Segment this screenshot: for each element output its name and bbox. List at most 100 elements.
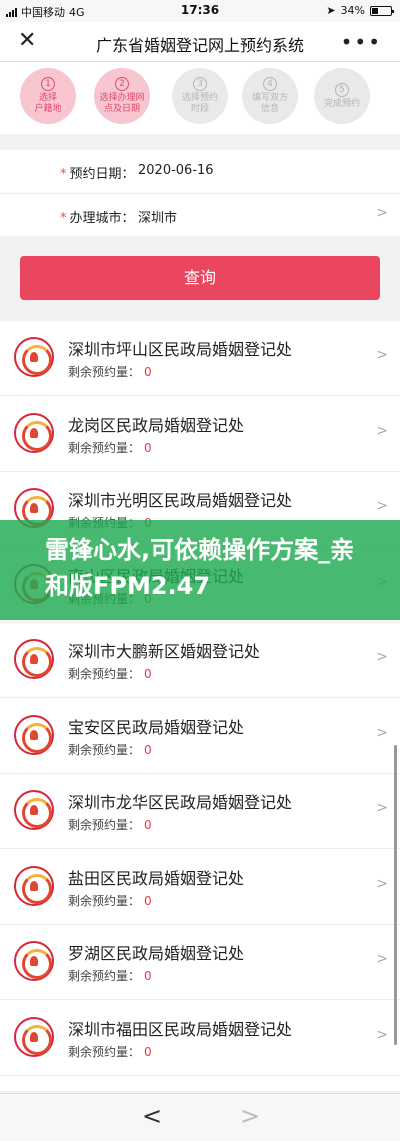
list-item[interactable]: 深圳市龙华区民政局婚姻登记处 剩余预约量： 0 >: [0, 774, 400, 849]
list-item[interactable]: 罗湖区民政局婚姻登记处 剩余预约量： 0 >: [0, 925, 400, 1000]
remaining-count: 0: [144, 742, 152, 757]
chevron-right-icon: >: [376, 498, 388, 514]
office-name: 龙岗区民政局婚姻登记处: [68, 415, 245, 435]
step-label-line2: 户籍地: [34, 104, 62, 114]
chevron-right-icon: >: [376, 1026, 388, 1043]
remaining-count: 0: [144, 969, 152, 983]
remaining-count: 0: [144, 440, 152, 455]
query-button[interactable]: 查询: [20, 256, 380, 300]
step-label-line1: 完成预约: [323, 98, 360, 109]
chevron-left-icon[interactable]: <: [142, 1102, 162, 1130]
remaining-label: 剩余预约量：: [68, 969, 141, 983]
remaining-quota: 剩余预约量：0: [68, 363, 152, 380]
remaining-quota: 剩余预约量：0: [68, 816, 152, 833]
marriage-registry-logo-icon: [14, 639, 54, 679]
marriage-registry-logo-icon: [14, 941, 54, 981]
chevron-right-icon: >: [376, 205, 388, 221]
marriage-registry-logo-icon: [14, 865, 54, 906]
list-item[interactable]: 宝安区民政局婚姻登记处 剩余预约量： 0 >: [0, 699, 400, 774]
remaining-label: 剩余预约量：: [68, 440, 141, 455]
marriage-registry-logo-icon: [14, 790, 54, 830]
remaining-count: 0: [144, 365, 152, 379]
step-number: 1: [41, 77, 55, 91]
remaining-label: 剩余预约量：: [68, 818, 141, 832]
battery-icon: [370, 5, 394, 16]
chevron-right-icon[interactable]: >: [240, 1102, 260, 1130]
city-label: * 办理城市：: [60, 211, 135, 226]
office-name: 深圳市大鹏新区婚姻登记处: [68, 642, 261, 661]
nav-bar: ✕ 广东省婚姻登记网上预约系统 •••: [0, 22, 400, 62]
office-name: 深圳市光明区民政局婚姻登记处: [68, 491, 293, 510]
step-label-line2: 信息: [260, 104, 279, 114]
chevron-right-icon: >: [376, 800, 388, 816]
remaining-label: 剩余预约量：: [68, 742, 141, 757]
step-number: 2: [115, 77, 129, 91]
step-3: 3 选择预约 时段: [172, 68, 228, 124]
chevron-right-icon: >: [376, 649, 388, 665]
status-bar: 中国移动 4G 17:36 ➤ 34%: [0, 0, 400, 22]
banner-text: 雷锋心水,可依赖操作方案_亲和版FPM2.47: [45, 536, 355, 600]
remaining-quota: 剩余预约量：0: [68, 439, 152, 456]
battery-percent: 34%: [340, 4, 365, 17]
search-form: * 预约日期： 2020-06-16 * 办理城市： 深圳市 >: [0, 150, 400, 236]
remaining-label: 剩余预约量：: [68, 667, 141, 681]
remaining-count: 0: [144, 893, 152, 908]
office-name: 深圳市龙华区民政局婚姻登记处: [68, 793, 293, 812]
bottom-nav: < >: [0, 1093, 400, 1141]
office-list: 深圳市坪山区民政局婚姻登记处 剩余预约量： 0 > 龙岗区民政局婚姻登记处 剩余预约量： 0…: [0, 321, 400, 1091]
marriage-registry-logo-icon: [14, 1016, 54, 1057]
remaining-quota: 剩余预约量：0: [68, 967, 152, 984]
overlay-banner: 雷锋心水,可依赖操作方案_亲和版FPM2.47: [0, 520, 400, 620]
step-label-line1: 选择预约: [181, 93, 218, 103]
step-number: 5: [335, 82, 349, 97]
chevron-right-icon: >: [376, 422, 388, 439]
step-label-line1: 选择办理网: [99, 93, 145, 103]
remaining-count: 0: [144, 667, 152, 681]
remaining-label: 剩余预约量：: [68, 365, 141, 379]
office-name: 深圳市福田区民政局婚姻登记处: [68, 1019, 293, 1039]
step-5: 5 完成预约: [314, 68, 370, 124]
list-item[interactable]: 龙岗区民政局婚姻登记处 剩余预约量： 0 >: [0, 397, 400, 472]
remaining-label: 剩余预约量：: [68, 1044, 141, 1059]
step-progress: 1 选择 户籍地 2 选择办理网 点及日期 3 选择预约 时段 4 填写双方 信息 5 完成预约: [0, 62, 400, 134]
office-name: 深圳市坪山区民政局婚姻登记处: [68, 340, 293, 359]
chevron-right-icon: >: [376, 875, 388, 892]
scrollbar[interactable]: [394, 745, 397, 1045]
step-2: 2 选择办理网 点及日期: [94, 68, 150, 124]
step-label-line1: 选择: [38, 93, 57, 103]
list-item[interactable]: 盐田区民政局婚姻登记处 剩余预约量： 0 >: [0, 850, 400, 925]
step-1: 1 选择 户籍地: [20, 68, 76, 124]
step-number: 4: [263, 77, 277, 91]
location-icon: ➤: [326, 4, 336, 17]
list-item[interactable]: 深圳市大鹏新区婚姻登记处 剩余预约量： 0 >: [0, 623, 400, 698]
office-name: 宝安区民政局婚姻登记处: [68, 717, 245, 737]
office-name: 盐田区民政局婚姻登记处: [68, 868, 245, 888]
chevron-right-icon: >: [376, 951, 388, 967]
marriage-registry-logo-icon: [14, 412, 54, 453]
list-item[interactable]: 深圳市福田区民政局婚姻登记处 剩余预约量： 0 >: [0, 1001, 400, 1076]
chevron-right-icon: >: [376, 347, 388, 363]
step-label-line1: 填写双方: [251, 93, 288, 103]
step-label-line2: 时段: [190, 104, 209, 114]
chevron-right-icon: >: [376, 724, 388, 741]
remaining-quota: 剩余预约量：0: [68, 665, 152, 682]
remaining-count: 0: [144, 818, 152, 832]
office-name: 罗湖区民政局婚姻登记处: [68, 944, 245, 963]
city-value: 深圳市: [138, 211, 178, 226]
date-row[interactable]: * 预约日期： 2020-06-16: [0, 150, 400, 193]
marriage-registry-logo-icon: [14, 337, 54, 377]
date-value: 2020-06-16: [138, 163, 214, 178]
more-icon[interactable]: •••: [341, 30, 382, 54]
remaining-quota: 剩余预约量：0: [68, 1043, 152, 1060]
remaining-label: 剩余预约量：: [68, 893, 141, 908]
marriage-registry-logo-icon: [14, 714, 54, 755]
step-number: 3: [193, 77, 207, 91]
step-4: 4 填写双方 信息: [242, 68, 298, 124]
city-row[interactable]: * 办理城市： 深圳市 >: [0, 193, 400, 236]
remaining-quota: 剩余预约量：0: [68, 892, 152, 909]
step-label-line2: 点及日期: [103, 104, 140, 114]
remaining-quota: 剩余预约量：0: [68, 741, 152, 758]
remaining-count: 0: [144, 1044, 152, 1059]
date-label: * 预约日期：: [60, 167, 135, 182]
list-item[interactable]: 深圳市坪山区民政局婚姻登记处 剩余预约量： 0 >: [0, 321, 400, 396]
